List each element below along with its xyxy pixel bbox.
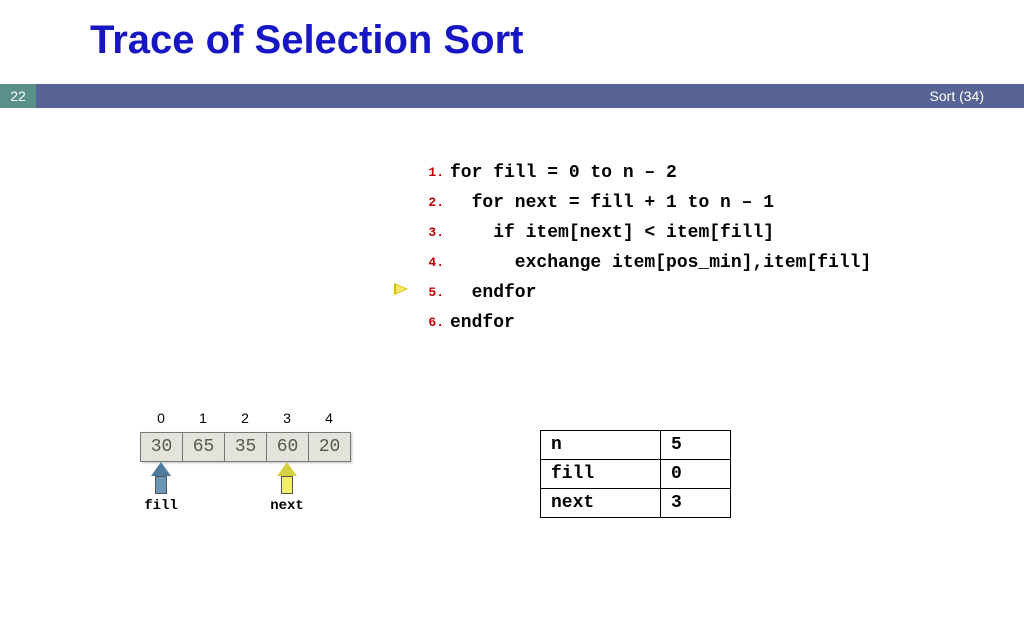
current-line-pointer-icon: [394, 283, 408, 295]
array-cell: 65: [183, 432, 225, 462]
pseudocode-block: 1.for fill = 0 to n – 2 2. for next = fi…: [420, 158, 871, 338]
code-line: 4. exchange item[pos_min],item[fill]: [420, 248, 871, 278]
code-line: 5. endfor: [420, 278, 871, 308]
var-name: next: [541, 489, 661, 518]
var-value: 3: [661, 489, 731, 518]
array-cells-row: 30 65 35 60 20: [140, 432, 351, 462]
header-bar: 22 Sort (34): [0, 84, 1024, 108]
table-row: n 5: [541, 431, 731, 460]
array-index: 2: [224, 410, 266, 426]
code-line: 6.endfor: [420, 308, 871, 338]
code-line: 1.for fill = 0 to n – 2: [420, 158, 871, 188]
slide-title: Trace of Selection Sort: [0, 0, 1024, 63]
array-index: 3: [266, 410, 308, 426]
array-visualization: 0 1 2 3 4 30 65 35 60 20 fill next: [140, 410, 351, 462]
code-line: 2. for next = fill + 1 to n – 1: [420, 188, 871, 218]
table-row: next 3: [541, 489, 731, 518]
fill-arrow-label: fill: [136, 498, 186, 514]
var-value: 0: [661, 460, 731, 489]
array-indices-row: 0 1 2 3 4: [140, 410, 351, 426]
table-row: fill 0: [541, 460, 731, 489]
array-cell: 60: [267, 432, 309, 462]
var-name: n: [541, 431, 661, 460]
array-index: 4: [308, 410, 350, 426]
var-value: 5: [661, 431, 731, 460]
array-index: 1: [182, 410, 224, 426]
code-line: 3. if item[next] < item[fill]: [420, 218, 871, 248]
next-arrow-label: next: [262, 498, 312, 514]
fill-arrow-icon: [151, 462, 171, 494]
array-cell: 35: [225, 432, 267, 462]
array-index: 0: [140, 410, 182, 426]
page-number-badge: 22: [0, 84, 36, 108]
variables-table: n 5 fill 0 next 3: [540, 430, 731, 518]
header-right-text: Sort (34): [930, 88, 984, 104]
var-name: fill: [541, 460, 661, 489]
array-cell: 30: [141, 432, 183, 462]
array-cell: 20: [309, 432, 351, 462]
next-arrow-icon: [277, 462, 297, 494]
